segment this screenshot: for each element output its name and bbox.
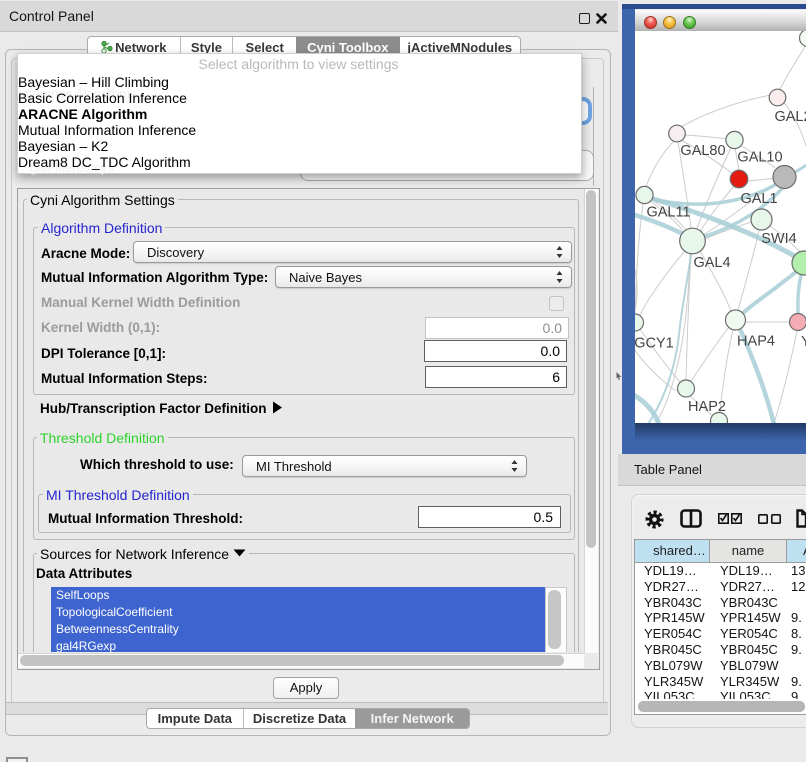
svg-text:GCY1: GCY1 (635, 336, 674, 352)
svg-text:SWI4: SWI4 (761, 231, 796, 247)
svg-text:GAL4: GAL4 (693, 255, 730, 271)
svg-text:GAL80: GAL80 (680, 143, 725, 159)
svg-text:GAL10: GAL10 (737, 150, 782, 166)
svg-text:Y: Y (801, 334, 806, 350)
svg-text:HAP4: HAP4 (737, 334, 775, 350)
svg-text:GAL2: GAL2 (774, 109, 806, 125)
svg-text:GAL11: GAL11 (646, 205, 690, 221)
svg-text:GAL1: GAL1 (740, 191, 777, 207)
svg-text:HAP2: HAP2 (688, 399, 726, 415)
